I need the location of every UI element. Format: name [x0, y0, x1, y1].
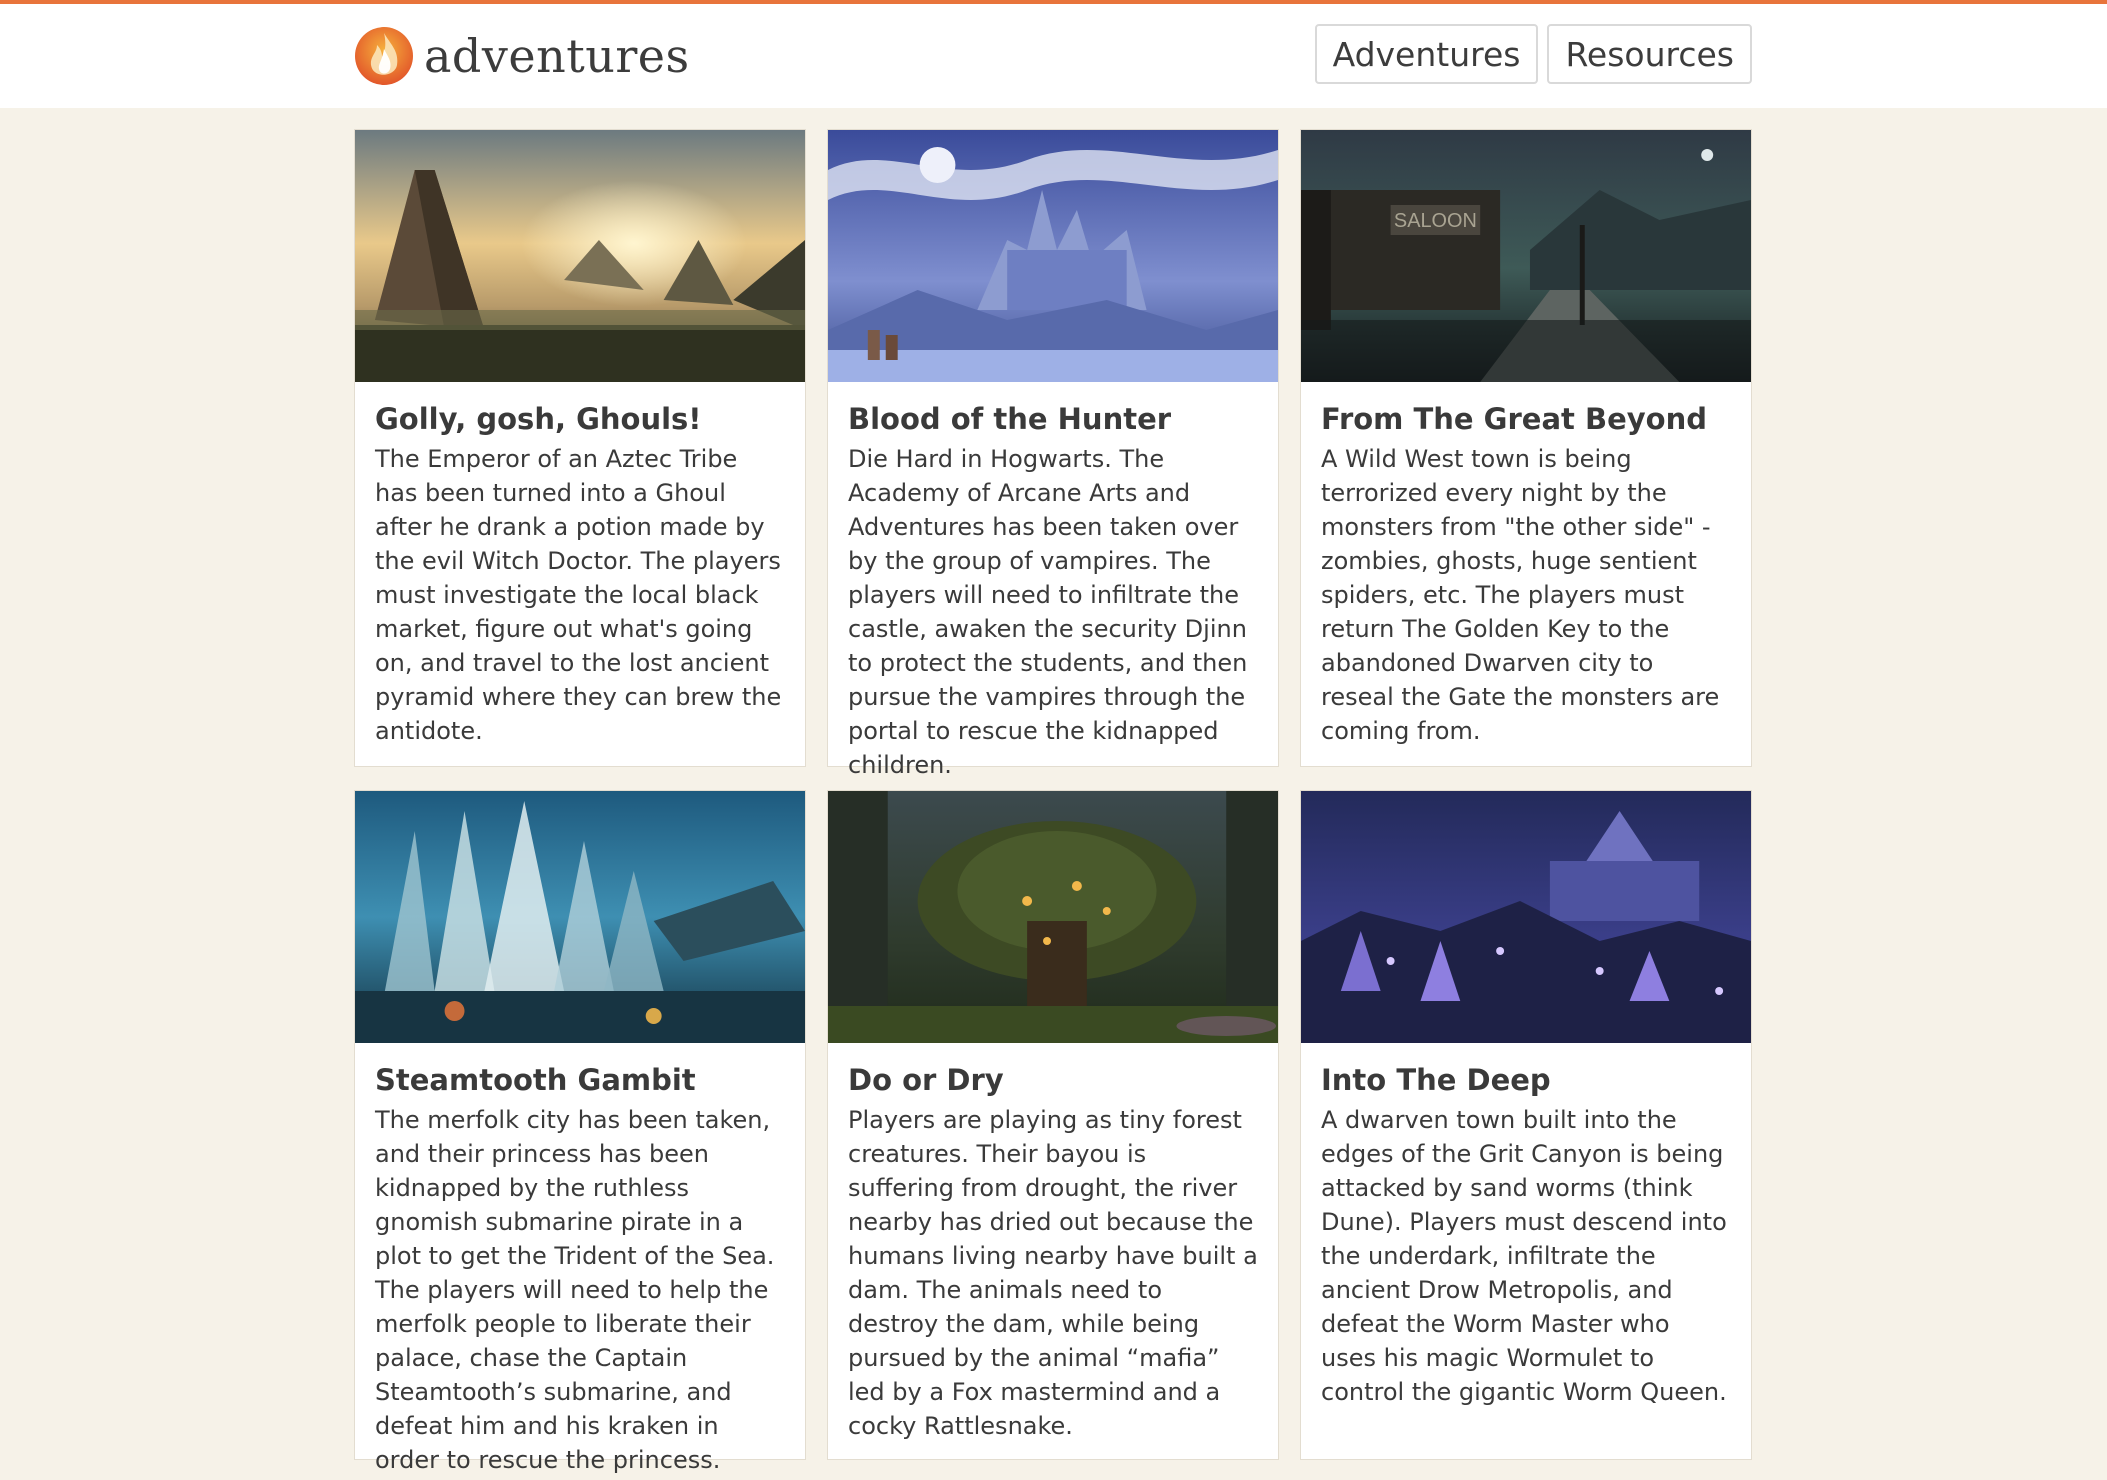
card-title: From The Great Beyond — [1321, 402, 1707, 436]
card-description: The merfolk city has been taken, and the… — [375, 1106, 775, 1474]
adventure-card[interactable]: Golly, gosh, Ghouls! The Emperor of an A… — [354, 129, 806, 767]
card-title: Steamtooth Gambit — [375, 1063, 696, 1097]
card-description: A dwarven town built into the edges of t… — [1321, 1106, 1727, 1406]
adventure-card[interactable]: Blood of the Hunter Die Hard in Hogwarts… — [827, 129, 1279, 779]
card-description: Players are playing as tiny forest creat… — [848, 1106, 1258, 1440]
adventure-grid: Golly, gosh, Ghouls! The Emperor of an A… — [354, 129, 1752, 1474]
adventure-card[interactable]: SALOON From The Great Beyond A Wild West… — [1300, 129, 1752, 767]
adventure-card[interactable]: Steamtooth Gambit The merfolk city has b… — [354, 790, 806, 1474]
main-nav: Adventures Resources — [1314, 24, 1752, 84]
card-description: The Emperor of an Aztec Tribe has been t… — [375, 445, 782, 745]
card-title: Blood of the Hunter — [848, 402, 1172, 436]
card-title: Into The Deep — [1321, 1063, 1551, 1097]
site-logo[interactable]: adventures — [353, 25, 690, 87]
card-description: Die Hard in Hogwarts. The Academy of Arc… — [848, 445, 1248, 779]
nav-resources-button[interactable]: Resources — [1547, 24, 1752, 84]
nav-adventures-button[interactable]: Adventures — [1314, 24, 1539, 84]
adventure-image-underwater-city[interactable] — [355, 791, 805, 1043]
adventure-image-treehouse[interactable] — [828, 791, 1278, 1043]
adventure-image-saloon[interactable]: SALOON — [1301, 130, 1751, 382]
flame-logo-icon — [355, 27, 413, 85]
card-title: Do or Dry — [848, 1063, 1004, 1097]
adventure-card[interactable]: Into The Deep A dwarven town built into … — [1300, 790, 1752, 1460]
card-title: Golly, gosh, Ghouls! — [375, 402, 702, 436]
adventure-image-pyramids[interactable] — [355, 130, 805, 382]
adventure-image-underdark-city[interactable] — [1301, 791, 1751, 1043]
saloon-sign-text: SALOON — [1394, 210, 1477, 232]
adventure-card[interactable]: Do or Dry Players are playing as tiny fo… — [827, 790, 1279, 1460]
site-header: adventures Adventures Resources — [0, 4, 2107, 108]
logo-text: adventures — [424, 29, 690, 83]
adventure-image-castle[interactable] — [828, 130, 1278, 382]
card-description: A Wild West town is being terrorized eve… — [1321, 445, 1720, 745]
